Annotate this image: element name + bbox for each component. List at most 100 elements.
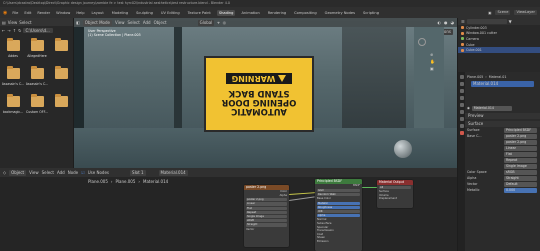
folder-item[interactable]: backmagic...	[1, 90, 25, 118]
color-space-select[interactable]: sRGB	[504, 169, 537, 175]
projection-select[interactable]: Flat	[504, 151, 537, 157]
node-alpha-field[interactable]: Straight	[246, 223, 287, 227]
ne-select-menu[interactable]: Select	[42, 170, 54, 175]
menu-edit[interactable]: Edit	[23, 11, 32, 15]
scene-tab-icon[interactable]	[459, 96, 464, 100]
menu-window[interactable]: Window	[55, 11, 71, 15]
vp-view-menu[interactable]: View	[115, 20, 125, 25]
snap-icon[interactable]: ⌖	[217, 20, 219, 25]
vp-add-menu[interactable]: Add	[143, 20, 151, 25]
tab-animation[interactable]: Animation	[239, 10, 261, 16]
menu-render[interactable]: Render	[36, 11, 51, 15]
material-output-node[interactable]: Material Output All Surface Volume Displ…	[377, 180, 413, 208]
modifier-tab-icon[interactable]	[459, 117, 464, 121]
tab-uv-editing[interactable]: UV Editing	[159, 10, 182, 16]
fb-view-menu[interactable]: View	[8, 20, 18, 25]
render-tab-icon[interactable]	[459, 82, 464, 86]
tab-scripting[interactable]: Scripting	[361, 10, 381, 16]
folder-item[interactable]: Assassin's C...	[1, 62, 25, 90]
surface-shader-field[interactable]: Principled BSDF	[504, 127, 537, 133]
camera-view-icon[interactable]: ▣	[430, 66, 435, 71]
folder-item[interactable]: Assassin's C...	[25, 62, 49, 90]
shading-solid-icon[interactable]: ●	[444, 20, 448, 25]
slot-select[interactable]: Slot 1	[130, 169, 146, 176]
forward-icon[interactable]: →	[7, 28, 10, 33]
path-field[interactable]: C:\Users\d...	[23, 27, 54, 33]
navigation-gizmo[interactable]	[418, 38, 426, 46]
fb-select-menu[interactable]: Select	[19, 20, 31, 25]
3d-viewport[interactable]: ◧ Object Mode View Select Add Object Glo…	[74, 18, 457, 168]
interpolation-select[interactable]: Linear	[504, 145, 537, 151]
world-tab-icon[interactable]	[459, 103, 464, 107]
material-select[interactable]: Material.014	[158, 169, 188, 176]
distribution-field[interactable]: GGX	[317, 188, 360, 192]
material-tab-icon[interactable]	[459, 131, 464, 135]
tab-geometry-nodes[interactable]: Geometry Nodes	[323, 10, 357, 16]
object-tab-icon[interactable]	[459, 110, 464, 114]
vp-object-menu[interactable]: Object	[154, 20, 167, 25]
menu-help[interactable]: Help	[75, 11, 85, 15]
ne-view-menu[interactable]: View	[29, 170, 39, 175]
alpha-select[interactable]: Straight	[504, 175, 537, 181]
node-link[interactable]	[288, 196, 315, 201]
tab-shading[interactable]: Shading	[216, 9, 236, 16]
menu-file[interactable]: File	[11, 11, 19, 15]
folder-item[interactable]	[49, 34, 73, 62]
ne-add-menu[interactable]: Add	[57, 170, 65, 175]
node-interp-field[interactable]: Linear	[246, 202, 287, 206]
output-tab-icon[interactable]	[459, 89, 464, 93]
pan-icon[interactable]: ✋	[430, 59, 435, 64]
editor-type-icon[interactable]: ◧	[76, 20, 80, 25]
warning-sign-texture[interactable]: AUTOMATIC OPENING DOOR STAND BACK WARNIN…	[204, 56, 314, 132]
folder-item[interactable]: Addes	[1, 34, 25, 62]
metallic-field[interactable]: 0.000	[504, 187, 537, 193]
node-source-field[interactable]: Single Image	[246, 214, 287, 219]
emission-panel[interactable]: Emission	[315, 240, 362, 244]
parent-dir-icon[interactable]: ↑	[13, 28, 16, 33]
scene-selector[interactable]: Scene	[495, 10, 511, 15]
ne-node-menu[interactable]: Node	[68, 170, 78, 175]
tab-rendering[interactable]: Rendering	[266, 10, 288, 16]
filter-icon[interactable]: ▼	[509, 19, 512, 24]
outliner-icon[interactable]: ☰	[461, 19, 465, 24]
outliner-search[interactable]	[466, 19, 507, 24]
transform-orientation[interactable]: Global	[197, 19, 215, 26]
mode-selector[interactable]: Object Mode	[82, 19, 112, 26]
image-texture-node[interactable]: poster 2.png Color Alpha poster 2.png Li…	[244, 185, 289, 247]
editor-type-icon[interactable]: ◇	[3, 170, 6, 175]
image-file-field[interactable]: poster 2.png	[246, 198, 287, 202]
proportional-icon[interactable]: ◎	[223, 20, 227, 25]
output-target-field[interactable]: All	[379, 186, 411, 190]
tab-compositing[interactable]: Compositing	[292, 10, 319, 16]
overlay-icon[interactable]: ◐	[438, 20, 442, 25]
object-type-select[interactable]: Object	[9, 169, 27, 176]
refresh-icon[interactable]: ↻	[18, 28, 21, 33]
shader-node-editor[interactable]: ◇ Object View Select Add Node ☑ Use Node…	[0, 168, 457, 251]
subsurface-method-field[interactable]: Random Walk	[317, 192, 360, 196]
ior-field[interactable]: IOR	[317, 209, 360, 214]
blender-logo-icon[interactable]: ◉	[3, 10, 7, 16]
source-select[interactable]: Single Image	[504, 163, 537, 169]
back-icon[interactable]: ←	[2, 28, 5, 33]
node-proj-field[interactable]: Flat	[246, 206, 287, 210]
tab-sculpting[interactable]: Sculpting	[134, 10, 155, 16]
material-name-field[interactable]: Material.014	[471, 105, 512, 111]
extension-select[interactable]: Repeat	[504, 157, 537, 163]
view-layer-selector[interactable]: ViewLayer	[514, 10, 537, 15]
tab-texture-paint[interactable]: Texture Paint	[186, 10, 213, 16]
preview-panel-header[interactable]: Preview	[458, 113, 540, 119]
principled-bsdf-node[interactable]: Principled BSDF BSDF GGX Random Walk Bas…	[315, 179, 362, 251]
physics-tab-icon[interactable]	[459, 124, 464, 128]
alpha-slider[interactable]: Alpha	[317, 214, 360, 218]
vp-select-menu[interactable]: Select	[127, 20, 139, 25]
folder-item[interactable]	[49, 90, 73, 118]
shading-material-icon[interactable]: ◕	[451, 20, 455, 25]
zoom-icon[interactable]: ⊕	[430, 52, 435, 57]
metallic-slider[interactable]: Metallic	[317, 201, 360, 205]
outliner-row[interactable]: Cube.001	[458, 47, 540, 53]
tool-tab-icon[interactable]	[459, 75, 464, 79]
use-nodes-checkbox[interactable]: ☑	[81, 170, 85, 175]
folder-item[interactable]	[49, 62, 73, 90]
node-colorspace-field[interactable]: sRGB	[246, 219, 287, 223]
folder-item[interactable]: Custom OFF...	[25, 90, 49, 118]
